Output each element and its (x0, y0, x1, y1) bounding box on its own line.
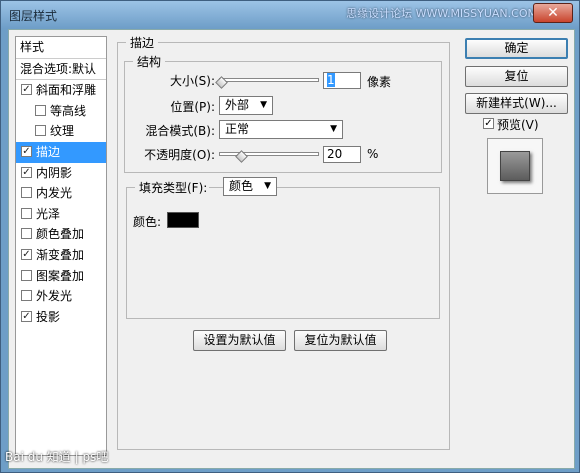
size-slider[interactable] (219, 78, 319, 82)
color-label: 颜色: (133, 215, 162, 229)
stroke-group: 描边 结构 大小(S): 1 像素 位置(P): 外部 ▼ 混合模式(B): 正… (117, 34, 450, 450)
style-list-item[interactable]: 颜色叠加 (16, 224, 106, 245)
preview-swatch (500, 151, 530, 181)
opacity-value: 20 (327, 147, 343, 161)
new-style-button[interactable]: 新建样式(W)... (465, 93, 568, 114)
reset-default-button[interactable]: 复位为默认值 (294, 330, 387, 351)
style-list-item[interactable]: 等高线 (16, 101, 106, 122)
style-label: 内阴影 (36, 165, 73, 180)
watermark-text: 思缘设计论坛 WWW.MISSYUAN.COM (346, 7, 537, 20)
style-checkbox[interactable]: ✓ (21, 310, 32, 322)
chevron-down-icon: ▼ (264, 181, 271, 191)
style-list-item[interactable]: 内发光 (16, 183, 106, 204)
opacity-input[interactable]: 20 (323, 146, 361, 163)
style-checkbox[interactable]: ✓ (21, 145, 32, 157)
style-list-item[interactable]: 图案叠加 (16, 266, 106, 287)
chevron-down-icon: ▼ (260, 100, 267, 110)
fill-type-group: 填充类型(F): 颜色 ▼ 颜色: (126, 177, 440, 319)
reset-button[interactable]: 复位 (465, 66, 568, 87)
style-list-header[interactable]: 样式 (16, 37, 106, 59)
position-value: 外部 (225, 98, 250, 112)
size-label: 大小(S): (169, 74, 215, 88)
style-checkbox[interactable]: ✓ (21, 248, 32, 260)
style-list-item[interactable]: ✓ 描边 (16, 141, 106, 163)
style-label: 投影 (36, 309, 61, 324)
style-label: 颜色叠加 (36, 227, 85, 242)
chevron-down-icon: ▼ (330, 124, 337, 134)
blend-mode-select[interactable]: 正常 ▼ (219, 120, 343, 139)
style-list-item[interactable]: ✓ 内阴影 (16, 163, 106, 184)
dialog-body: 样式 混合选项:默认 ✓ 斜面和浮雕等高线纹理 ✓ 描边 ✓ 内阴影内发光光泽颜色叠加 ✓ 渐… (8, 29, 575, 469)
set-default-button[interactable]: 设置为默认值 (193, 330, 286, 351)
style-label: 内发光 (36, 186, 73, 201)
preview-checkbox[interactable]: ✓ (483, 118, 494, 129)
opacity-slider[interactable] (219, 152, 319, 156)
style-label: 纹理 (50, 124, 75, 139)
structure-group: 结构 大小(S): 1 像素 位置(P): 外部 ▼ 混合模式(B): 正常 ▼… (124, 53, 442, 173)
position-label: 位置(P): (170, 100, 215, 114)
ok-button[interactable]: 确定 (465, 38, 568, 59)
fill-type-select[interactable]: 颜色 ▼ (223, 177, 277, 196)
style-label: 等高线 (50, 103, 87, 118)
style-checkbox[interactable] (35, 125, 46, 137)
style-list: 样式 混合选项:默认 ✓ 斜面和浮雕等高线纹理 ✓ 描边 ✓ 内阴影内发光光泽颜色叠加 ✓ 渐… (15, 36, 107, 456)
blend-mode-value: 正常 (225, 122, 250, 136)
opacity-unit: % (367, 147, 379, 161)
style-label: 描边 (36, 144, 61, 159)
size-input[interactable]: 1 (323, 72, 361, 89)
style-checkbox[interactable] (21, 269, 32, 281)
style-list-item[interactable]: ✓ 投影 (16, 307, 106, 328)
style-preview (487, 138, 543, 194)
size-value: 1 (327, 73, 335, 87)
style-label: 外发光 (36, 289, 73, 304)
fill-type-label: 填充类型(F): (135, 179, 210, 196)
style-list-item[interactable]: 纹理 (16, 121, 106, 142)
style-label: 渐变叠加 (36, 247, 85, 262)
style-label: 光泽 (36, 206, 61, 221)
style-list-item[interactable]: ✓ 斜面和浮雕 (16, 80, 106, 101)
style-checkbox[interactable] (21, 228, 32, 240)
baidu-watermark: Bai du 知道 | ps吧 (5, 450, 109, 464)
stroke-section-title: 描边 (126, 34, 159, 51)
color-swatch[interactable] (167, 212, 199, 228)
style-list-item[interactable]: 光泽 (16, 204, 106, 225)
opacity-label: 不透明度(O): (144, 148, 215, 162)
structure-title: 结构 (133, 53, 166, 70)
style-checkbox[interactable] (21, 187, 32, 199)
style-label: 斜面和浮雕 (36, 83, 97, 98)
style-list-item[interactable]: 外发光 (16, 286, 106, 307)
style-checkbox[interactable] (21, 290, 32, 302)
blend-mode-label: 混合模式(B): (145, 124, 215, 138)
fill-type-value: 颜色 (229, 179, 254, 193)
style-list-item[interactable]: ✓ 渐变叠加 (16, 245, 106, 266)
layer-style-dialog: 图层样式 思缘设计论坛 WWW.MISSYUAN.COM ✕ 样式 混合选项:默… (0, 0, 580, 473)
size-unit: 像素 (367, 75, 392, 89)
close-button[interactable]: ✕ (533, 3, 573, 23)
style-checkbox[interactable] (21, 207, 32, 219)
position-select[interactable]: 外部 ▼ (219, 96, 273, 115)
style-checkbox[interactable] (35, 104, 46, 116)
style-checkbox[interactable]: ✓ (21, 84, 32, 96)
style-label: 图案叠加 (36, 268, 85, 283)
blend-options-item[interactable]: 混合选项:默认 (16, 59, 106, 81)
window-title: 图层样式 (9, 9, 58, 23)
title-bar[interactable]: 图层样式 思缘设计论坛 WWW.MISSYUAN.COM ✕ (1, 1, 579, 29)
style-checkbox[interactable]: ✓ (21, 166, 32, 178)
preview-label: 预览(V) (497, 118, 539, 132)
